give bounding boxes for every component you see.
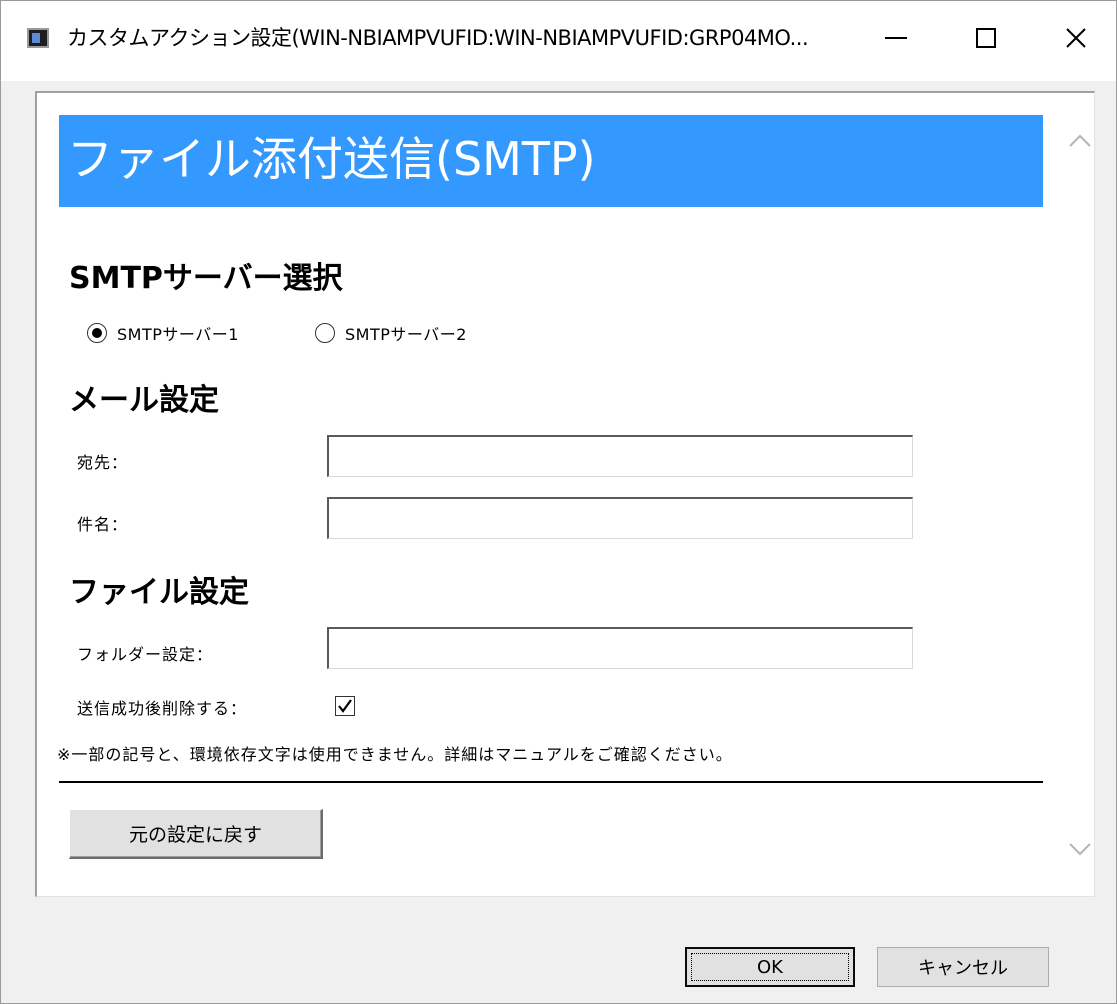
page-title: ファイル添付送信(SMTP): [67, 132, 596, 186]
cancel-button[interactable]: キャンセル: [877, 947, 1049, 987]
settings-panel[interactable]: ファイル添付送信(SMTP) SMTPサーバー選択 SMTPサーバー1 SMTP…: [35, 91, 1095, 897]
ok-button[interactable]: OK: [685, 947, 855, 987]
scroll-up-button[interactable]: [1067, 131, 1093, 151]
to-input[interactable]: [327, 435, 913, 477]
mail-section-title: メール設定: [69, 383, 219, 418]
subject-input[interactable]: [327, 497, 913, 539]
maximize-button[interactable]: [963, 15, 1009, 61]
dialog-window: カスタムアクション設定(WIN-NBIAMPVUFID:WIN-NBIAMPVU…: [0, 0, 1117, 1004]
checkmark-icon: [338, 699, 352, 713]
scroll-down-button[interactable]: [1067, 839, 1093, 859]
chevron-up-icon: [1069, 134, 1091, 147]
smtp-server-1-label: SMTPサーバー1: [117, 325, 239, 344]
smtp-server-2-label: SMTPサーバー2: [345, 325, 467, 344]
to-label: 宛先：: [77, 453, 129, 472]
file-section-title: ファイル設定: [69, 575, 249, 610]
smtp-server-2-radio[interactable]: SMTPサーバー2: [315, 321, 467, 345]
reset-settings-button[interactable]: 元の設定に戻す: [69, 809, 323, 859]
section-divider: [59, 781, 1043, 783]
minimize-button[interactable]: [873, 15, 919, 61]
maximize-icon: [976, 28, 996, 48]
title-bar[interactable]: カスタムアクション設定(WIN-NBIAMPVUFID:WIN-NBIAMPVU…: [1, 1, 1116, 81]
app-window-icon: [27, 28, 49, 48]
smtp-section-title: SMTPサーバー選択: [69, 261, 343, 296]
usage-note: ※一部の記号と、環境依存文字は使用できません。詳細はマニュアルをご確認ください。: [57, 745, 733, 764]
folder-label: フォルダー設定：: [77, 645, 214, 664]
page-header-banner: ファイル添付送信(SMTP): [59, 115, 1043, 207]
close-button[interactable]: [1053, 15, 1099, 61]
radio-unselected-icon: [315, 323, 335, 343]
close-icon: [1066, 28, 1086, 48]
smtp-server-1-radio[interactable]: SMTPサーバー1: [87, 321, 239, 345]
folder-input[interactable]: [327, 627, 913, 669]
chevron-down-icon: [1069, 843, 1091, 856]
delete-after-send-label: 送信成功後削除する：: [77, 699, 248, 718]
focus-outline: [691, 953, 849, 981]
minimize-icon: [885, 37, 907, 39]
delete-after-send-checkbox[interactable]: [335, 696, 355, 716]
radio-selected-icon: [87, 323, 107, 343]
window-title: カスタムアクション設定(WIN-NBIAMPVUFID:WIN-NBIAMPVU…: [67, 26, 809, 50]
subject-label: 件名：: [77, 515, 129, 534]
